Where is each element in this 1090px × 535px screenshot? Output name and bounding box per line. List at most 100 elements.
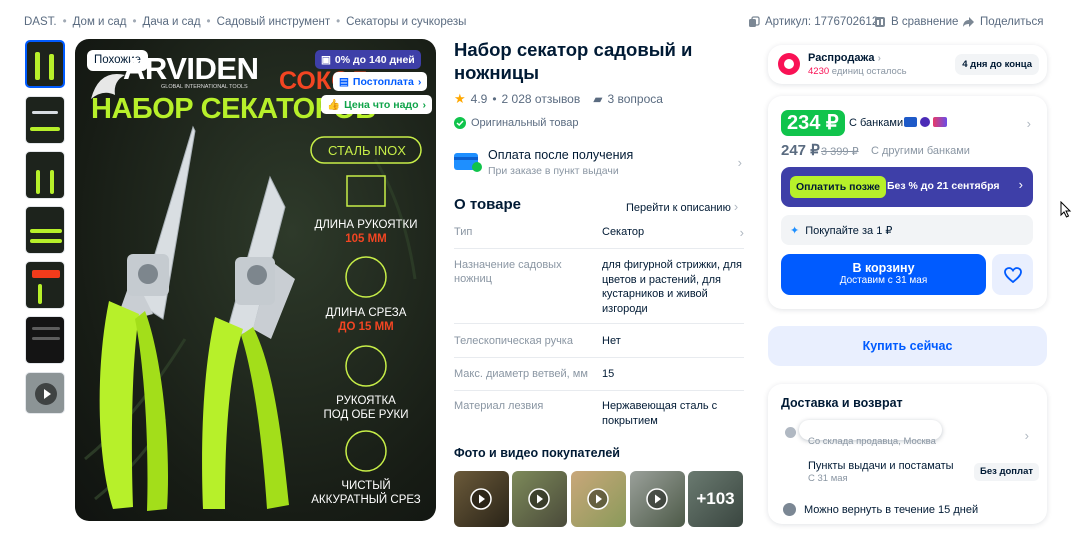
pickup-date: С 31 мая [808, 473, 848, 484]
sale-deadline: 4 дня до конца [955, 54, 1039, 75]
wallet-icon: ▣ [321, 53, 331, 66]
questions-link[interactable]: 3 вопроса [607, 92, 662, 106]
gallery-thumbnail[interactable] [25, 96, 65, 144]
chevron-right-icon: › [737, 155, 742, 170]
attribute-row: Назначение садовых ножниц для фигурной ст… [454, 258, 744, 324]
buy-now-button[interactable]: Купить сейчас [768, 326, 1047, 366]
product-title: Набор секатор садовый и ножницы [454, 39, 693, 83]
compare-button[interactable]: В сравнение [874, 16, 958, 28]
badge-installment: ▣ 0% до 140 дней [315, 50, 421, 69]
breadcrumb: DAST. • Дом и сад • Дача и сад • Садовый ин… [24, 16, 467, 28]
star-icon: ★ [454, 91, 466, 106]
favorite-button[interactable] [992, 254, 1033, 295]
other-banks-label: С другими банками [871, 145, 970, 157]
play-icon [587, 488, 609, 510]
postpay-title: Оплата после получения [488, 148, 634, 162]
chevron-right-icon: › [1024, 428, 1029, 443]
rating-row[interactable]: ★ 4.9 • 2 028 отзывов ▰ 3 вопроса [454, 91, 663, 107]
bank-logo-icon [920, 117, 930, 127]
rating-value: 4.9 [470, 92, 488, 106]
breadcrumb-item[interactable]: Секаторы и сучкорезы [346, 16, 466, 28]
product-main-image[interactable]: Похожие ARVIDEN GLOBAL INTERNATIONAL TOO… [75, 39, 436, 521]
bank-logo-icon [933, 117, 947, 127]
feature-handle: ДЛИНА РУКОЯТКИ [314, 219, 418, 231]
gallery-thumbnail[interactable] [25, 206, 65, 254]
feature-cut-value: ДО 15 ММ [338, 321, 394, 333]
add-to-cart-button[interactable]: В корзину Доставим с 31 мая [781, 254, 986, 295]
gallery-video-thumbnail[interactable] [25, 372, 65, 414]
play-icon [470, 488, 492, 510]
sale-icon [778, 53, 800, 75]
share-icon [963, 17, 974, 27]
cursor-icon [1060, 201, 1072, 218]
brand-logo: ARVIDEN [123, 51, 259, 86]
badge-good-price: 👍 Цена что надо › [321, 95, 433, 114]
return-policy[interactable]: Можно вернуть в течение 15 дней [804, 504, 978, 516]
bank-logos [904, 117, 947, 127]
pickup-points[interactable]: Пункты выдачи и постаматы [808, 460, 954, 472]
feature-grip: РУКОЯТКА [336, 395, 396, 407]
customer-video[interactable] [512, 471, 567, 527]
more-media-button[interactable]: +103 [688, 471, 743, 527]
questions-icon: ▰ [593, 92, 603, 106]
customer-video[interactable] [571, 471, 626, 527]
customer-media-title: Фото и видео покупателей [454, 446, 620, 460]
sparkle-icon: ✦ [790, 224, 800, 237]
copy-icon [749, 16, 760, 27]
breadcrumb-item[interactable]: Садовый инструмент [217, 16, 331, 28]
attribute-row: Телескопическая ручка Нет [454, 334, 744, 358]
sale-title: Распродажа › [808, 52, 881, 64]
delivery-card: Доставка и возврат Со склада продавца, М… [768, 384, 1047, 524]
gallery-thumbnail[interactable] [25, 151, 65, 199]
go-to-description-link[interactable]: Перейти к описанию › [626, 199, 738, 214]
postpay-row[interactable]: Оплата после получения При заказе в пунк… [454, 145, 744, 181]
breadcrumb-item[interactable]: DAST. [24, 16, 57, 28]
payment-card-icon [454, 153, 482, 172]
share-button[interactable]: Поделиться [962, 16, 1044, 28]
sale-card[interactable]: Распродажа › 4230 единиц осталось 4 дня … [768, 45, 1047, 84]
breadcrumb-item[interactable]: Дача и сад [143, 16, 201, 28]
reviews-link[interactable]: 2 028 отзывов [502, 92, 581, 106]
chevron-right-icon: › [1018, 177, 1023, 192]
thumb-up-icon: 👍 [327, 99, 341, 111]
compare-icon [875, 17, 885, 27]
postpay-subtitle: При заказе в пункт выдачи [488, 165, 619, 177]
card-icon: ▤ [339, 75, 349, 88]
location-icon [785, 427, 796, 438]
original-badge: Оригинальный товар [454, 117, 579, 129]
regular-price: 247 ₽ [781, 142, 820, 159]
feature-clean-sub: АККУРАТНЫЙ СРЕЗ [311, 494, 421, 506]
with-banks-label: С банками [849, 117, 904, 129]
pay-later-button[interactable]: Оплатить позже [790, 176, 886, 198]
breadcrumb-item[interactable]: Дом и сад [73, 16, 127, 28]
play-icon [646, 488, 668, 510]
feature-handle-value: 105 ММ [345, 233, 387, 245]
heart-icon [1003, 266, 1022, 283]
feature-grip-sub: ПОД ОБЕ РУКИ [323, 409, 409, 421]
old-price: 3 399 ₽ [821, 146, 859, 158]
attribute-row: Макс. диаметр ветвей, мм 15 [454, 367, 744, 391]
gallery-thumbnail[interactable] [25, 261, 65, 309]
buy-for-one-ruble[interactable]: ✦ Покупайте за 1 ₽ [781, 215, 1033, 245]
customer-video[interactable] [454, 471, 509, 527]
gallery-thumbnail[interactable] [25, 40, 65, 88]
feature-steel: СТАЛЬ INOX [328, 143, 406, 158]
attribute-row: Тип Секатор › [454, 225, 744, 249]
play-icon [528, 488, 550, 510]
pay-later-text: Без % до 21 сентября [887, 180, 1000, 192]
play-icon [35, 383, 57, 405]
chevron-right-icon: › [1026, 116, 1031, 131]
sale-left: 4230 единиц осталось [808, 66, 907, 77]
about-title: О товаре [454, 196, 522, 213]
badge-postpay: ▤ Постоплата › [333, 72, 428, 91]
pickup-price: Без доплат [974, 463, 1040, 481]
customer-video[interactable] [630, 471, 685, 527]
pay-later-banner[interactable]: Оплатить позже Без % до 21 сентября › [781, 167, 1033, 207]
feature-cut: ДЛИНА СРЕЗА [325, 307, 407, 319]
bank-logo-icon [904, 117, 917, 127]
article-number[interactable]: Артикул: 1776702612 [748, 16, 878, 28]
return-icon [783, 503, 796, 516]
gallery-thumbnail[interactable] [25, 316, 65, 364]
feature-clean: ЧИСТЫЙ [341, 480, 391, 492]
check-circle-icon [454, 117, 466, 129]
